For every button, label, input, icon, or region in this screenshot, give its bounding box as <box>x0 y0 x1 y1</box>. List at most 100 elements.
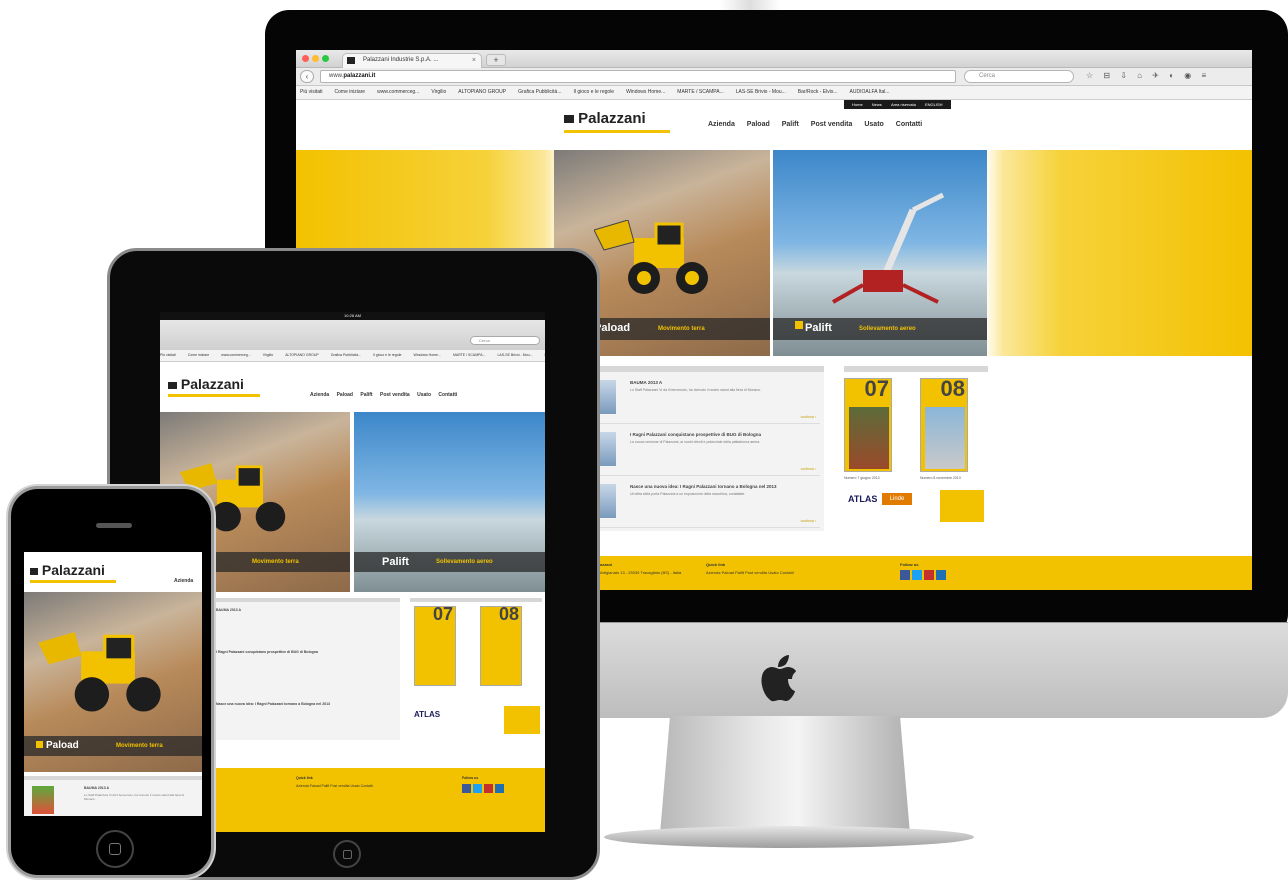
search-input[interactable]: Cerca <box>964 70 1074 83</box>
apple-logo-icon <box>761 655 796 702</box>
youtube-icon[interactable] <box>484 784 493 793</box>
ipad-hero-palift[interactable]: Palift Sollevamento aereo <box>354 412 545 592</box>
zoom-window-icon[interactable] <box>322 55 329 62</box>
imac-stand-neck <box>660 716 910 834</box>
topnav-area-riservata[interactable]: Area riservata <box>891 102 916 107</box>
ipad-bookmark-item[interactable]: Come iniziare <box>188 353 209 357</box>
imac-bookmark-item[interactable]: Grafica Pubblicità... <box>518 89 561 95</box>
minimize-window-icon[interactable] <box>312 55 319 62</box>
imac-bookmark-item[interactable]: Il gioco e le regole <box>574 89 615 95</box>
facebook-icon[interactable] <box>900 570 910 580</box>
iphone-home-button[interactable] <box>96 830 134 868</box>
ipad-browser-bar: Cerca <box>160 320 545 350</box>
ipad-nav-post-vendita[interactable]: Post vendita <box>380 392 410 398</box>
imac-bookmark-item[interactable]: Windows Home... <box>626 89 665 95</box>
imac-bookmark-item[interactable]: ALTOPIANO GROUP <box>458 89 506 95</box>
imac-bookmark-item[interactable]: MARTE / SCAMPA... <box>677 89 724 95</box>
topnav-english[interactable]: ENGLISH <box>925 102 943 107</box>
ipad-news-title[interactable]: I Ragni Palazzani conquistano prospettiv… <box>216 650 318 654</box>
ipad-site-logo[interactable]: Palazzani <box>168 376 244 392</box>
partner-linde[interactable]: Linde <box>882 493 912 505</box>
imac-bookmark-item[interactable]: Bar/Rock - Elvis... <box>798 89 838 95</box>
linkedin-icon[interactable] <box>936 570 946 580</box>
topnav-home[interactable]: Home <box>852 102 863 107</box>
ipad-bookmark-item[interactable]: ALTOPIANO GROUP <box>285 353 319 357</box>
iphone-hero-paload[interactable]: Paload Movimento terra <box>24 592 202 772</box>
twitter-icon[interactable] <box>473 784 482 793</box>
new-tab-button[interactable]: + <box>486 54 506 66</box>
promo-banner[interactable] <box>940 490 984 522</box>
nav-usato[interactable]: Usato <box>864 121 883 128</box>
ipad-bookmark-item[interactable]: Più visitati <box>160 353 176 357</box>
ipad-bookmark-item[interactable]: www.commerceg... <box>221 353 251 357</box>
ipad-footer: Quick link Azienda Paload Palift Post ve… <box>160 768 545 832</box>
ipad-magazine-cover[interactable]: 07 <box>414 606 456 686</box>
ipad-magazine-box: 07 08 ATLAS <box>410 598 542 740</box>
ipad-nav-azienda[interactable]: Azienda <box>310 392 329 398</box>
footer-links[interactable]: Azienda Paload Palift Post vendita Usato… <box>706 570 794 575</box>
imac-bookmark-item[interactable]: Più visitati <box>300 89 323 95</box>
hero-palift-image[interactable]: Palift Sollevamento aereo <box>773 150 987 356</box>
imac-bookmark-item[interactable]: AUDIOALFA Ital... <box>850 89 890 95</box>
imac-bookmark-item[interactable]: Come iniziare <box>335 89 366 95</box>
toolbar-icons[interactable]: ☆ ⊟ ⇩ ⌂ ✈ ◐ ◉ ≡ <box>1086 71 1210 80</box>
ipad-bookmark-item[interactable]: LAS-SE Brivio - Mou... <box>497 353 532 357</box>
nav-contatti[interactable]: Contatti <box>896 121 922 128</box>
ipad-news-title[interactable]: BAUMA 2013 A <box>216 608 241 612</box>
iphone-site-logo[interactable]: Palazzani <box>30 562 105 578</box>
site-logo[interactable]: Palazzani <box>564 110 646 127</box>
imac-stand-foot <box>604 826 974 848</box>
ipad-promo-banner[interactable] <box>504 706 540 734</box>
news-more-link[interactable]: continua › <box>801 415 816 419</box>
caption-brand-palift: Palift <box>805 322 832 334</box>
youtube-icon[interactable] <box>924 570 934 580</box>
browser-tab[interactable]: Palazzani Industrie S.p.A. ... × <box>342 53 482 68</box>
ipad-bookmark-item[interactable]: Il gioco e le regole <box>373 353 401 357</box>
logo-mark-icon <box>564 115 574 124</box>
ipad-nav-paload[interactable]: Paload <box>337 392 353 398</box>
imac-bookmark-item[interactable]: Virgilio <box>431 89 446 95</box>
ipad-search-input[interactable]: Cerca <box>470 336 540 345</box>
ipad-bookmark-item[interactable]: Virgilio <box>263 353 273 357</box>
news-more-link[interactable]: continua › <box>801 519 816 523</box>
imac-bookmark-item[interactable]: LAS-SE Brivio - Mou... <box>736 89 786 95</box>
linkedin-icon[interactable] <box>495 784 504 793</box>
ipad-news-title[interactable]: Nasce una nuova idea: I Ragni Palazzani … <box>216 702 330 706</box>
ipad-footer-links[interactable]: Azienda Paload Palift Post vendita Usato… <box>296 784 373 788</box>
ipad-bookmark-item[interactable]: MARTE / SCAMPA... <box>453 353 486 357</box>
magazine-cover[interactable]: 07 <box>844 378 892 472</box>
facebook-icon[interactable] <box>462 784 471 793</box>
nav-palift[interactable]: Palift <box>782 121 799 128</box>
ipad-bookmark-item[interactable]: Windows Home... <box>414 353 441 357</box>
news-title: Nasce una nuova idea: I Ragni Palazzani … <box>630 484 777 489</box>
ipad-bookmarks-bar: Più visitati Come iniziare www.commerceg..… <box>160 350 545 362</box>
ipad-nav-usato[interactable]: Usato <box>417 392 431 398</box>
ipad-nav-contatti[interactable]: Contatti <box>438 392 457 398</box>
iphone-caption-paload: Paload Movimento terra <box>24 736 202 756</box>
news-item[interactable]: BAUMA 2013 A Lo Staff Palazzani Vi dà il… <box>600 376 820 424</box>
news-thumbnail <box>600 432 616 466</box>
iphone-news-title[interactable]: BAUMA 2013 A <box>84 786 109 790</box>
close-window-icon[interactable] <box>302 55 309 62</box>
ipad-nav-palift[interactable]: Palift <box>360 392 372 398</box>
ipad-partner-atlas[interactable]: ATLAS <box>414 710 440 719</box>
iphone-nav-azienda[interactable]: Azienda <box>174 578 193 584</box>
imac-bookmark-item[interactable]: www.commerceg... <box>377 89 419 95</box>
topnav-news[interactable]: News <box>872 102 882 107</box>
magazine-cover[interactable]: 08 <box>920 378 968 472</box>
ipad-bookmark-item[interactable]: Grafica Pubblicità... <box>331 353 361 357</box>
ipad-magazine-cover[interactable]: 08 <box>480 606 522 686</box>
news-item[interactable]: I Ragni Palazzani conquistano prospettiv… <box>600 428 820 476</box>
partner-atlas[interactable]: ATLAS <box>848 494 877 504</box>
news-item[interactable]: Nasce una nuova idea: I Ragni Palazzani … <box>600 480 820 528</box>
ipad-home-button[interactable] <box>333 840 361 868</box>
ipad-bookmark-item[interactable]: Bar/Rock - Elvis... <box>545 353 546 357</box>
nav-post-vendita[interactable]: Post vendita <box>811 121 853 128</box>
nav-azienda[interactable]: Azienda <box>708 121 735 128</box>
address-bar[interactable]: www.palazzani.it <box>320 70 956 83</box>
twitter-icon[interactable] <box>912 570 922 580</box>
back-icon[interactable]: ‹ <box>300 70 314 83</box>
nav-paload[interactable]: Paload <box>747 121 770 128</box>
tab-close-icon[interactable]: × <box>472 54 476 67</box>
news-more-link[interactable]: continua › <box>801 467 816 471</box>
